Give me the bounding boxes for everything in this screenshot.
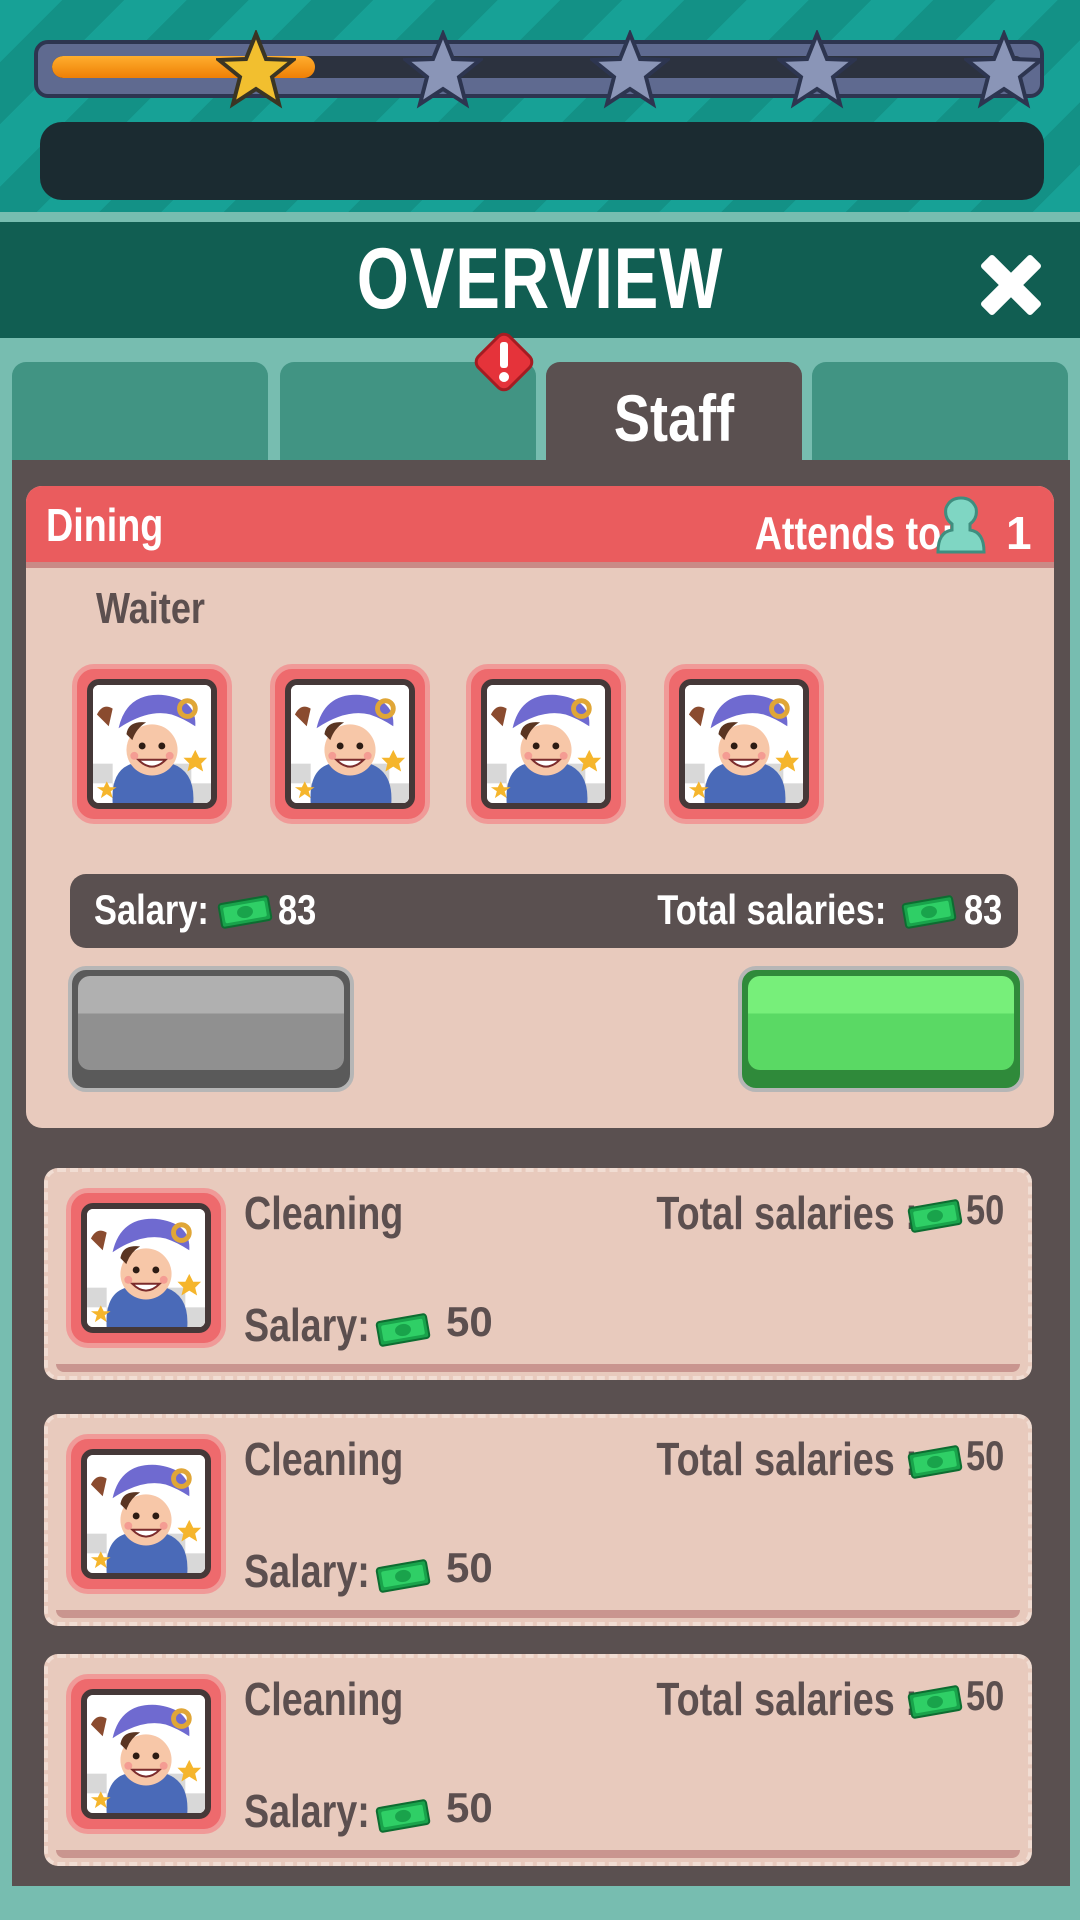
waiter-portrait[interactable] xyxy=(72,664,232,824)
page-title: OVERVIEW xyxy=(356,231,724,327)
waiter-portrait[interactable] xyxy=(466,664,626,824)
staff-row[interactable]: Cleaning Total salaries : 50 Salary: 50 xyxy=(44,1654,1032,1866)
star-icon xyxy=(590,30,670,109)
salary-bar: Salary: 83 Total salaries: 83 xyxy=(70,874,1018,948)
star-icon xyxy=(964,30,1044,109)
row-salary-value: 50 xyxy=(446,1784,493,1831)
salary-label: Salary: xyxy=(94,886,209,933)
waiter-portrait[interactable] xyxy=(664,664,824,824)
row-salary-label: Salary: xyxy=(244,1785,370,1837)
fire-button[interactable] xyxy=(68,966,354,1092)
row-role: Cleaning xyxy=(244,1433,404,1485)
salary-value: 83 xyxy=(278,886,317,933)
row-total-label: Total salaries : xyxy=(656,1673,918,1725)
chef-portrait xyxy=(487,685,605,803)
cash-icon xyxy=(217,895,273,929)
chef-portrait xyxy=(87,1695,205,1813)
tab-staff-label: Staff xyxy=(613,381,735,455)
cash-icon xyxy=(375,1313,431,1347)
close-icon[interactable] xyxy=(972,246,1050,324)
attends-count: 1 xyxy=(1006,507,1032,559)
star-progress-bar xyxy=(34,30,1044,109)
total-salaries-label: Total salaries: xyxy=(656,886,886,933)
cleaner-portrait xyxy=(66,1674,226,1834)
chef-portrait xyxy=(291,685,409,803)
cash-icon xyxy=(901,895,957,929)
tab-staff[interactable]: Staff xyxy=(546,362,802,462)
row-salary-label: Salary: xyxy=(244,1299,370,1351)
row-total-label: Total salaries : xyxy=(656,1433,918,1485)
chef-portrait xyxy=(93,685,211,803)
person-icon xyxy=(936,496,986,554)
cleaner-portrait xyxy=(66,1188,226,1348)
tab-1[interactable] xyxy=(12,362,268,462)
row-total-value: 50 xyxy=(966,1186,1005,1233)
waiter-portrait[interactable] xyxy=(270,664,430,824)
tab-4[interactable] xyxy=(812,362,1068,462)
message-banner xyxy=(40,122,1044,200)
cash-icon xyxy=(907,1445,963,1479)
cleaner-portrait xyxy=(66,1434,226,1594)
star-icon xyxy=(403,30,483,109)
role-label: Waiter xyxy=(96,584,205,633)
attends-label: Attends to: xyxy=(754,507,954,559)
star-icon xyxy=(216,30,296,109)
dining-title: Dining xyxy=(46,499,164,551)
staff-row[interactable]: Cleaning Total salaries : 50 Salary: 50 xyxy=(44,1168,1032,1380)
chef-portrait xyxy=(87,1455,205,1573)
chef-portrait xyxy=(685,685,803,803)
dining-card: Dining Attends to: 1 Waiter Salary: 83 T… xyxy=(26,486,1054,1128)
row-role: Cleaning xyxy=(244,1187,404,1239)
title-bar: OVERVIEW xyxy=(0,212,1080,338)
row-total-value: 50 xyxy=(966,1672,1005,1719)
row-total-label: Total salaries : xyxy=(656,1187,918,1239)
star-icon xyxy=(777,30,857,109)
row-role: Cleaning xyxy=(244,1673,404,1725)
dining-header: Dining Attends to: 1 xyxy=(26,486,1054,568)
row-total-value: 50 xyxy=(966,1432,1005,1479)
row-salary-value: 50 xyxy=(446,1544,493,1591)
cash-icon xyxy=(907,1685,963,1719)
chef-portrait xyxy=(87,1209,205,1327)
cash-icon xyxy=(375,1559,431,1593)
bottom-strip xyxy=(0,1886,1080,1920)
total-salaries-value: 83 xyxy=(964,886,1003,933)
row-salary-label: Salary: xyxy=(244,1545,370,1597)
cash-icon xyxy=(907,1199,963,1233)
progress-track xyxy=(52,56,1026,78)
staff-row[interactable]: Cleaning Total salaries : 50 Salary: 50 xyxy=(44,1414,1032,1626)
hire-button[interactable] xyxy=(738,966,1024,1092)
row-salary-value: 50 xyxy=(446,1298,493,1345)
cash-icon xyxy=(375,1799,431,1833)
alert-icon xyxy=(474,332,534,392)
